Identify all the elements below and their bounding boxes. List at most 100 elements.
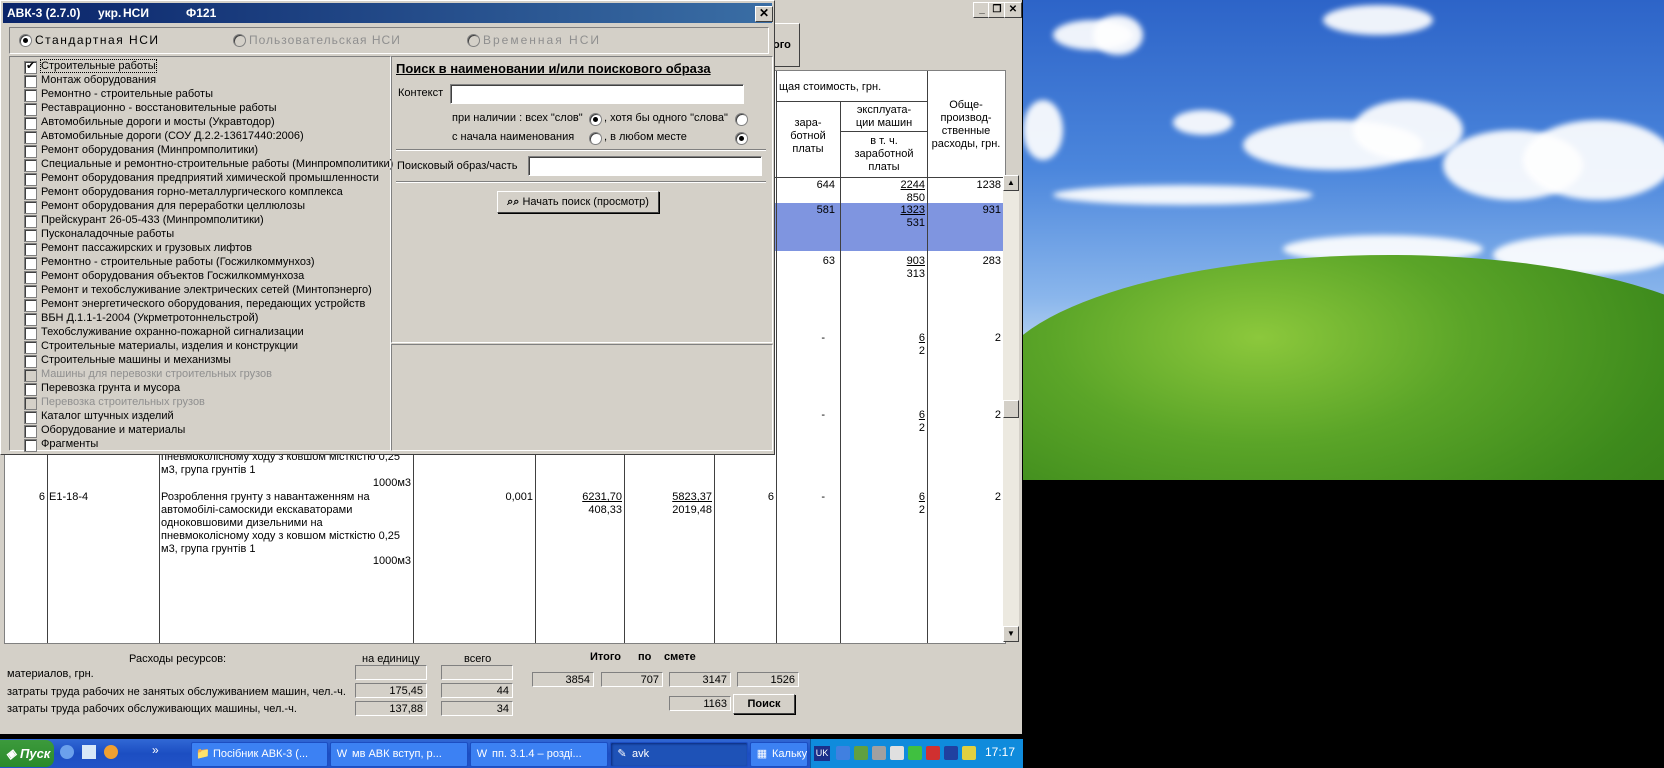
media-icon[interactable] <box>104 745 118 759</box>
category-checkbox[interactable] <box>24 439 37 452</box>
tray-icon[interactable] <box>962 746 976 760</box>
taskbar-button[interactable]: 📁 Посібник АВК-3 (... <box>191 742 328 767</box>
category-checkbox[interactable] <box>24 75 37 88</box>
search-heading: Поиск в наименовании и/или поискового об… <box>396 61 711 76</box>
row6-cost-total-sal: 2019,48 <box>672 504 712 516</box>
nsi-temp-label: Временная НСИ <box>483 33 601 47</box>
category-checkbox[interactable] <box>24 425 37 438</box>
tray-icon[interactable] <box>854 746 868 760</box>
category-checkbox[interactable] <box>24 341 37 354</box>
labor1-label: затраты труда рабочих не занятых обслужи… <box>7 686 346 698</box>
category-label: Строительные работы <box>40 59 157 73</box>
category-checkbox[interactable] <box>24 159 37 172</box>
from-start-radio[interactable] <box>589 132 602 145</box>
category-checkbox[interactable] <box>24 229 37 242</box>
category-checkbox[interactable] <box>24 187 37 200</box>
category-checkbox[interactable] <box>24 215 37 228</box>
category-label: Машины для перевозки строительных грузов <box>41 368 272 380</box>
labor1-per-unit-field: 175,45 <box>355 683 427 698</box>
category-checkbox[interactable] <box>24 299 37 312</box>
any-word-radio[interactable] <box>735 113 748 126</box>
category-checkbox <box>24 369 37 382</box>
close-icon[interactable]: ✕ <box>755 6 773 22</box>
category-checkbox[interactable] <box>24 131 37 144</box>
category-label: Строительные материалы, изделия и констр… <box>41 340 299 352</box>
category-checkbox[interactable] <box>24 117 37 130</box>
category-checkbox[interactable] <box>24 383 37 396</box>
row3-salary: 63 <box>822 255 835 267</box>
tray-icon[interactable] <box>836 746 850 760</box>
scroll-down-button[interactable]: ▼ <box>1003 626 1019 642</box>
any-word-label: , хотя бы одного "слова" <box>604 112 728 124</box>
category-checkbox[interactable] <box>24 327 37 340</box>
scroll-up-button[interactable]: ▲ <box>1003 175 1019 191</box>
category-checkbox[interactable] <box>24 173 37 186</box>
per-unit-label: на единицу <box>362 653 420 665</box>
category-checkbox[interactable] <box>24 103 37 116</box>
context-input[interactable] <box>450 84 744 104</box>
scroll-thumb[interactable] <box>1003 400 1019 418</box>
total-field-4: 1526 <box>737 672 799 687</box>
ie-icon[interactable] <box>60 745 74 759</box>
nsi-user-label: Пользовательская НСИ <box>249 33 401 47</box>
anywhere-radio[interactable] <box>735 132 748 145</box>
divider <box>396 149 766 150</box>
nsi-standard-radio[interactable] <box>19 34 32 47</box>
start-search-label: Начать поиск (просмотр) <box>522 196 649 208</box>
app-icon: W <box>476 748 488 760</box>
category-checkbox[interactable] <box>24 271 37 284</box>
table-scrollbar[interactable]: ▲ ▼ <box>1003 175 1019 642</box>
taskbar-button[interactable]: Wмв АВК вступ, р... <box>330 742 468 767</box>
taskbar-button[interactable]: Wпп. 3.1.4 – розді... <box>470 742 608 767</box>
category-checkbox[interactable] <box>24 285 37 298</box>
clock[interactable]: 17:17 <box>985 745 1015 759</box>
start-button[interactable]: ◈ Пуск <box>0 740 54 767</box>
category-checkbox <box>24 397 37 410</box>
category-checkbox[interactable] <box>24 257 37 270</box>
category-checkbox[interactable] <box>24 411 37 424</box>
taskbar-button[interactable]: ▦ Калькулятор Плюс <box>750 742 808 767</box>
tray-icon[interactable] <box>872 746 886 760</box>
language-indicator[interactable]: UK <box>814 746 830 761</box>
category-checkbox[interactable] <box>24 243 37 256</box>
total-field-1: 3854 <box>532 672 594 687</box>
row4-salary: - <box>821 332 825 344</box>
expand-chevron-icon[interactable]: » <box>152 743 159 757</box>
labor2-total-field: 34 <box>441 701 513 716</box>
quicklaunch-icon[interactable] <box>82 745 96 759</box>
tray-icon[interactable] <box>908 746 922 760</box>
categories-panel: Строительные работыМонтаж оборудования Ре… <box>9 56 393 452</box>
taskbar-button-label: пп. 3.1.4 – розді... <box>492 748 582 760</box>
toolbar-button[interactable]: ого <box>772 23 800 67</box>
category-checkbox[interactable] <box>24 355 37 368</box>
category-checkbox[interactable] <box>24 145 37 158</box>
category-label: Фрагменты <box>41 438 99 450</box>
itogo-label: Итого <box>590 651 622 663</box>
search-button[interactable]: Поиск <box>733 694 795 714</box>
row2-overhead: 931 <box>982 204 1001 216</box>
start-search-button[interactable]: ⌕⌕ Начать поиск (просмотр) <box>497 191 659 213</box>
lower-empty-panel <box>391 344 773 451</box>
row6-overhead: 2 <box>994 491 1001 503</box>
tray-icon[interactable] <box>944 746 958 760</box>
taskbar-button[interactable]: ✎ avk <box>610 742 748 767</box>
header-machine: эксплуата- ции машин <box>855 104 913 129</box>
pattern-input[interactable] <box>528 156 762 176</box>
presence-label: при наличии : всех "слов" <box>452 112 583 124</box>
row6-unit: 1000м3 <box>372 555 411 567</box>
category-checkbox[interactable] <box>24 313 37 326</box>
header-salary: зара- ботной платы <box>790 117 826 155</box>
category-label: ВБН Д.1.1-1-2004 (Укрметротоннельстрой) <box>41 312 259 324</box>
tray-icon[interactable] <box>890 746 904 760</box>
all-words-radio[interactable] <box>589 113 602 126</box>
category-checkbox[interactable] <box>24 201 37 214</box>
category-checkbox[interactable] <box>24 59 37 74</box>
close-icon[interactable]: ✕ <box>1004 2 1022 18</box>
category-checkbox[interactable] <box>24 89 37 102</box>
tray-icon[interactable] <box>926 746 940 760</box>
category-label: Ремонт оборудования предприятий химическ… <box>41 172 379 184</box>
row1-overhead: 1238 <box>976 179 1001 191</box>
row1-machine-sal: 850 <box>906 192 925 204</box>
divider <box>396 181 766 182</box>
dialog-titlebar: АВК-3 (2.7.0) укр. НСИ Ф121 ✕ <box>3 3 773 23</box>
